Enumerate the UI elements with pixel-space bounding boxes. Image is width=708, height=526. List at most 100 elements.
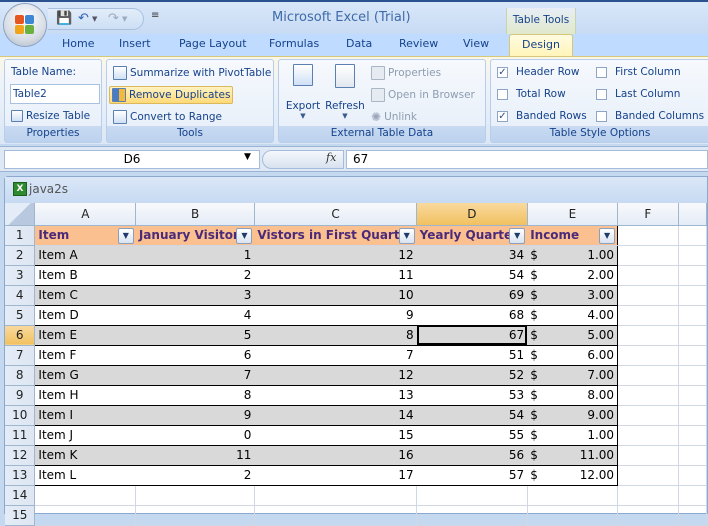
cell[interactable]	[678, 305, 708, 326]
cell-item[interactable]: Item G	[34, 365, 136, 386]
cell[interactable]	[678, 465, 708, 486]
table-header-cell[interactable]: Yearly Quarter ▼	[416, 225, 528, 246]
cell[interactable]	[617, 345, 679, 366]
cell-january-visitors[interactable]: 9	[135, 405, 255, 426]
cell[interactable]	[617, 445, 679, 466]
cell[interactable]	[527, 505, 619, 526]
convert-to-range-button[interactable]: Convert to Range	[113, 110, 222, 124]
cell[interactable]	[617, 405, 679, 426]
cell[interactable]	[135, 505, 255, 526]
cell-january-visitors[interactable]: 6	[135, 345, 255, 366]
cell-item[interactable]: Item F	[34, 345, 136, 366]
last-column-checkbox[interactable]: Last Column	[596, 88, 680, 100]
cell[interactable]	[617, 225, 679, 246]
cell-january-visitors[interactable]: 2	[135, 265, 255, 286]
cell[interactable]	[617, 485, 679, 506]
properties-button[interactable]: Properties	[371, 66, 441, 80]
banded-columns-checkbox[interactable]: Banded Columns	[596, 110, 704, 122]
tab-insert[interactable]: Insert	[119, 37, 151, 50]
cell[interactable]	[617, 465, 679, 486]
tab-data[interactable]: Data	[346, 37, 372, 50]
first-column-checkbox[interactable]: First Column	[596, 66, 681, 78]
cell[interactable]	[527, 485, 619, 506]
cell-income[interactable]: $9.00	[527, 405, 619, 426]
cell-first-quarter-visitors[interactable]: 17	[254, 465, 417, 486]
cell-yearly-quarter[interactable]: 54	[416, 405, 528, 426]
undo-icon[interactable]: ↶	[78, 11, 89, 26]
table-header-cell[interactable]: Vistors in First Quarter ▼	[254, 225, 417, 246]
cell-item[interactable]: Item C	[34, 285, 136, 306]
row-header[interactable]: 6	[5, 325, 36, 346]
tab-design[interactable]: Design	[509, 34, 573, 57]
tab-formulas[interactable]: Formulas	[269, 37, 319, 50]
cell-income[interactable]: $11.00	[527, 445, 619, 466]
cell[interactable]	[617, 325, 679, 346]
cell-income[interactable]: $1.00	[527, 245, 619, 266]
cell-first-quarter-visitors[interactable]: 15	[254, 425, 417, 446]
cell[interactable]	[416, 505, 528, 526]
cell-january-visitors[interactable]: 5	[135, 325, 255, 346]
cell-income[interactable]: $3.00	[527, 285, 619, 306]
cell[interactable]	[617, 245, 679, 266]
redo-dropdown-icon[interactable]: ▼	[122, 15, 127, 23]
table-name-input[interactable]: Table2	[10, 84, 100, 104]
table-header-cell[interactable]: January Visitors ▼	[135, 225, 255, 246]
row-header[interactable]: 15	[5, 505, 36, 526]
cell[interactable]	[34, 505, 137, 526]
open-in-browser-button[interactable]: Open in Browser	[371, 88, 475, 102]
cell-yearly-quarter[interactable]: 52	[416, 365, 528, 386]
total-row-checkbox[interactable]: Total Row	[497, 88, 566, 100]
header-row-checkbox[interactable]: ✓ Header Row	[497, 66, 579, 78]
cell-item[interactable]: Item J	[34, 425, 136, 446]
cell-yearly-quarter[interactable]: 67	[416, 325, 528, 346]
cell[interactable]	[617, 505, 679, 526]
cell-yearly-quarter[interactable]: 69	[416, 285, 528, 306]
column-header-b[interactable]: B	[135, 203, 255, 226]
cell-item[interactable]: Item H	[34, 385, 136, 406]
cell[interactable]	[254, 485, 418, 506]
cell[interactable]	[416, 485, 528, 506]
office-button[interactable]	[4, 4, 46, 46]
cell-item[interactable]: Item I	[34, 405, 136, 426]
redo-icon[interactable]: ↷	[108, 11, 119, 26]
cell-item[interactable]: Item B	[34, 265, 136, 286]
cell-yearly-quarter[interactable]: 56	[416, 445, 528, 466]
column-header-a[interactable]: A	[34, 203, 137, 226]
cell-yearly-quarter[interactable]: 51	[416, 345, 528, 366]
cell-first-quarter-visitors[interactable]: 16	[254, 445, 417, 466]
cell[interactable]	[678, 485, 708, 506]
row-header[interactable]: 11	[5, 425, 36, 446]
tab-review[interactable]: Review	[399, 37, 438, 50]
cell[interactable]	[678, 445, 708, 466]
row-header[interactable]: 3	[5, 265, 36, 286]
cell-income[interactable]: $4.00	[527, 305, 619, 326]
cell-yearly-quarter[interactable]: 55	[416, 425, 528, 446]
cell-first-quarter-visitors[interactable]: 12	[254, 245, 417, 266]
cell[interactable]	[678, 325, 708, 346]
tab-page-layout[interactable]: Page Layout	[179, 37, 247, 50]
cell[interactable]	[617, 365, 679, 386]
cell-first-quarter-visitors[interactable]: 14	[254, 405, 417, 426]
tab-view[interactable]: View	[463, 37, 489, 50]
refresh-button[interactable]: Refresh ▼	[325, 64, 365, 124]
cell[interactable]	[678, 285, 708, 306]
column-header-c[interactable]: C	[254, 203, 418, 226]
cell-income[interactable]: $8.00	[527, 385, 619, 406]
cell[interactable]	[617, 305, 679, 326]
cell-first-quarter-visitors[interactable]: 13	[254, 385, 417, 406]
row-header[interactable]: 4	[5, 285, 36, 306]
name-box[interactable]: D6	[4, 150, 260, 169]
cell-income[interactable]: $7.00	[527, 365, 619, 386]
table-header-cell[interactable]: Income ▼	[527, 225, 619, 246]
cell-first-quarter-visitors[interactable]: 8	[254, 325, 417, 346]
cell-yearly-quarter[interactable]: 57	[416, 465, 528, 486]
row-header[interactable]: 12	[5, 445, 36, 466]
table-header-cell[interactable]: Item ▼	[34, 225, 136, 246]
cell-income[interactable]: $2.00	[527, 265, 619, 286]
filter-dropdown-icon[interactable]: ▼	[599, 227, 616, 244]
row-header[interactable]: 14	[5, 485, 36, 506]
cell-yearly-quarter[interactable]: 34	[416, 245, 528, 266]
banded-rows-checkbox[interactable]: ✓ Banded Rows	[497, 110, 587, 122]
cell[interactable]	[617, 265, 679, 286]
row-header[interactable]: 9	[5, 385, 36, 406]
